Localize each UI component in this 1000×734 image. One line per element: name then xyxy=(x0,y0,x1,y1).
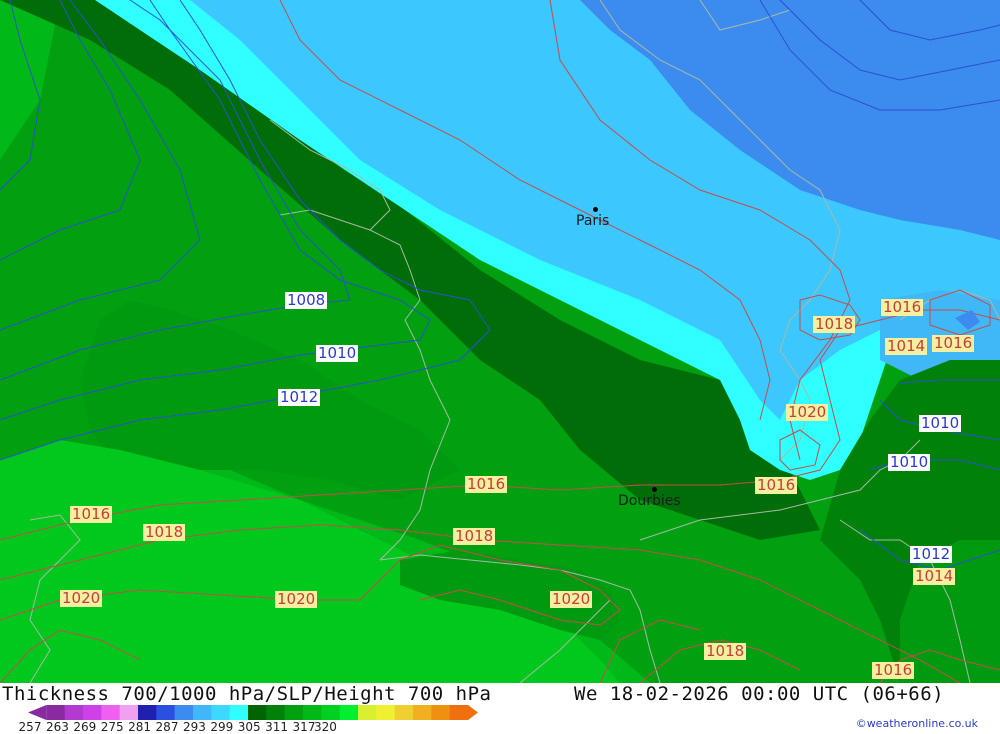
isobar-label: 1016 xyxy=(755,476,798,494)
scale-swatch xyxy=(321,705,341,720)
isobar-label: 1020 xyxy=(786,403,829,421)
scale-swatch xyxy=(266,705,286,720)
city-label-dourbies: Dourbies xyxy=(618,493,681,509)
scale-swatch xyxy=(284,705,304,720)
scale-swatch xyxy=(339,705,359,720)
isobar-label: 1010 xyxy=(919,414,962,432)
scale-swatch xyxy=(248,705,267,720)
scale-swatch xyxy=(64,705,84,720)
city-label-paris: Paris xyxy=(576,213,610,229)
map-title: Thickness 700/1000 hPa/SLP/Height 700 hP… xyxy=(2,683,492,705)
scale-swatch xyxy=(46,705,66,720)
scale-swatch xyxy=(156,705,176,720)
scale-swatch xyxy=(431,705,451,720)
isobar-label: 1012 xyxy=(278,388,321,406)
city-dot-paris xyxy=(593,207,598,212)
scale-swatch xyxy=(174,705,194,720)
weather-map: Paris Dourbies 1008 1010 1012 1016 1018 … xyxy=(0,0,1000,683)
isobar-label: 1018 xyxy=(453,527,496,545)
isobar-label: 1014 xyxy=(913,567,956,585)
isobar-label: 1010 xyxy=(888,453,931,471)
map-datetime: We 18-02-2026 00:00 UTC (06+66) xyxy=(574,683,945,705)
scale-swatch xyxy=(358,705,377,720)
scale-swatch xyxy=(193,705,212,720)
isobar-label: 1012 xyxy=(910,545,953,563)
scale-tick-label: 320 xyxy=(313,720,337,734)
scale-swatch xyxy=(449,705,469,720)
scale-swatch xyxy=(303,705,322,720)
isobar-label: 1020 xyxy=(60,589,103,607)
scale-swatch xyxy=(229,705,249,720)
isobar-label: 1020 xyxy=(550,590,593,608)
map-canvas xyxy=(0,0,1000,683)
scale-arrow-right xyxy=(468,705,478,720)
isobar-label: 1010 xyxy=(316,344,359,362)
scale-swatch xyxy=(376,705,396,720)
isobar-label: 1018 xyxy=(704,642,747,660)
credit-link[interactable]: ©weatheronline.co.uk xyxy=(856,717,978,730)
scale-swatch xyxy=(211,705,231,720)
isobar-label: 1016 xyxy=(465,475,508,493)
isobar-label: 1018 xyxy=(143,523,186,541)
scale-arrow-left xyxy=(28,705,47,720)
color-scale-bar xyxy=(28,705,478,720)
isobar-label: 1016 xyxy=(872,661,915,679)
isobar-label: 1014 xyxy=(885,337,928,355)
scale-swatch xyxy=(413,705,432,720)
scale-swatch xyxy=(119,705,139,720)
isobar-label: 1008 xyxy=(285,291,328,309)
scale-swatch xyxy=(394,705,414,720)
isobar-label: 1020 xyxy=(275,590,318,608)
isobar-label: 1016 xyxy=(70,505,113,523)
scale-swatch xyxy=(138,705,157,720)
scale-swatch xyxy=(101,705,121,720)
map-footer: Thickness 700/1000 hPa/SLP/Height 700 hP… xyxy=(0,683,1000,734)
isobar-label: 1016 xyxy=(932,334,975,352)
scale-swatch xyxy=(83,705,102,720)
city-dot-dourbies xyxy=(652,487,657,492)
isobar-label: 1016 xyxy=(881,298,924,316)
isobar-label: 1018 xyxy=(813,315,856,333)
